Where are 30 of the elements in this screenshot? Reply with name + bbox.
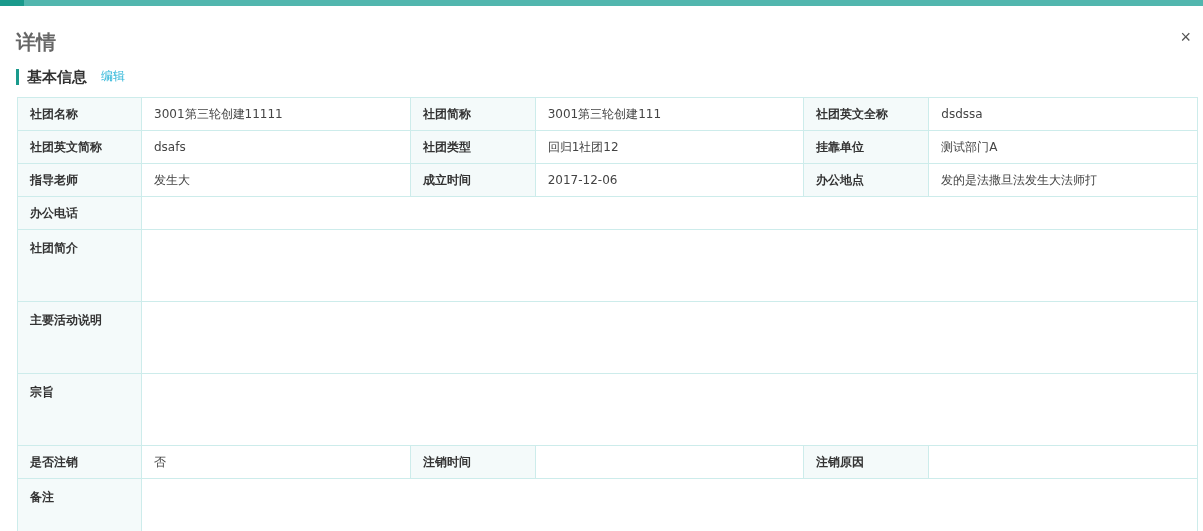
field-label: 备注 (17, 478, 142, 531)
field-label: 社团英文全称 (803, 97, 929, 131)
field-label: 社团类型 (410, 130, 536, 164)
field-label: 注销原因 (803, 445, 929, 479)
field-label: 宗旨 (17, 373, 142, 446)
field-label: 成立时间 (410, 163, 536, 197)
field-value: 发的是法撒旦法发生大法师打 (928, 163, 1198, 197)
field-label: 挂靠单位 (803, 130, 929, 164)
field-label: 指导老师 (17, 163, 142, 197)
field-label: 办公地点 (803, 163, 929, 197)
field-label: 社团名称 (17, 97, 142, 131)
field-value: 3001第三轮创建111 (535, 97, 804, 131)
field-value: 回归1社团12 (535, 130, 804, 164)
field-label: 是否注销 (17, 445, 142, 479)
field-value: 否 (141, 445, 411, 479)
dialog-title: 详情 (16, 29, 56, 56)
field-label: 社团简称 (410, 97, 536, 131)
field-value: dsdssa (928, 97, 1198, 131)
field-value: dsafs (141, 130, 411, 164)
section-title: 基本信息 (16, 68, 87, 85)
field-value: 发生大 (141, 163, 411, 197)
field-label: 主要活动说明 (17, 301, 142, 374)
field-label: 社团英文简称 (17, 130, 142, 164)
close-button[interactable]: × (1176, 28, 1195, 46)
field-label: 办公电话 (17, 196, 142, 230)
field-value: 2017-12-06 (535, 163, 804, 197)
field-value: 测试部门A (928, 130, 1198, 164)
field-label: 社团简介 (17, 229, 142, 302)
field-label: 注销时间 (410, 445, 536, 479)
field-value: 3001第三轮创建11111 (141, 97, 411, 131)
